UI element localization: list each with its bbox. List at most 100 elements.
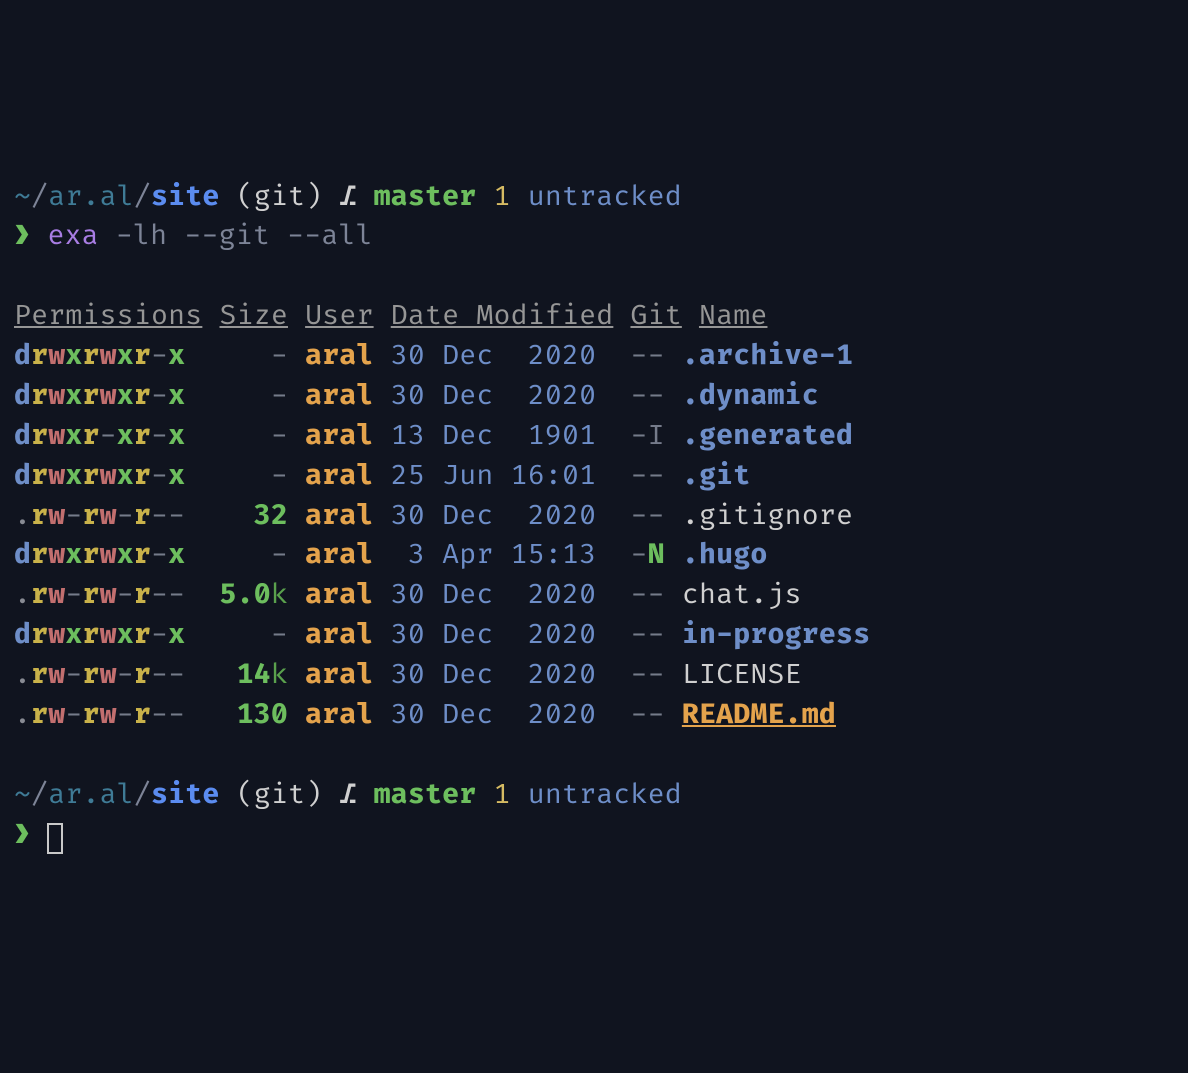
permissions-cell: .rw-rw-r-- <box>14 659 202 692</box>
prompt-chevron: ❯ <box>14 819 47 852</box>
table-row: .rw-rw-r-- 14k aral 30 Dec 2020 -- LICEN… <box>14 656 1174 696</box>
table-row: drwxrwxr-x - aral 25 Jun 16:01 -- .git <box>14 457 1174 497</box>
name-cell: chat.js <box>682 579 802 612</box>
branch-icon: ⎇ <box>322 779 373 812</box>
size-unit: k <box>271 659 288 692</box>
listing-header: Permissions Size User Date Modified Git … <box>14 297 1174 337</box>
vcs-label: git <box>254 181 305 214</box>
paren-open: ( <box>220 779 254 812</box>
branch-name: master <box>374 181 477 214</box>
user-cell: aral <box>305 699 374 732</box>
permissions-cell: drwxrwxr-x <box>14 460 202 493</box>
col-date: Date Modified <box>391 300 614 333</box>
command-flags: -lh --git --all <box>99 220 373 253</box>
permissions-cell: drwxrwxr-x <box>14 380 202 413</box>
prompt-chevron: ❯ <box>14 220 47 253</box>
date-cell: 13 Dec 1901 <box>391 420 596 453</box>
size-cell: - <box>271 619 288 652</box>
prompt-tilde: ~ <box>14 181 31 214</box>
untracked-count: 1 <box>476 779 527 812</box>
paren-close: ) <box>305 779 322 812</box>
git-status-cell: -- <box>630 340 664 373</box>
date-cell: 30 Dec 2020 <box>391 619 596 652</box>
name-cell: LICENSE <box>682 659 802 692</box>
date-cell: 30 Dec 2020 <box>391 659 596 692</box>
terminal-output[interactable]: ~/ar.al/site (git) ⎇ master 1 untracked❯… <box>14 178 1174 856</box>
size-cell: - <box>271 340 288 373</box>
git-status-cell: -- <box>630 380 664 413</box>
col-size: Size <box>219 300 288 333</box>
name-cell: in-progress <box>682 619 870 652</box>
git-status-cell: -- <box>630 579 664 612</box>
table-row: .rw-rw-r-- 32 aral 30 Dec 2020 -- .gitig… <box>14 497 1174 537</box>
table-row: drwxrwxr-x - aral 30 Dec 2020 -- .archiv… <box>14 337 1174 377</box>
path-mid: ar.al <box>48 181 134 214</box>
git-status-cell: -N <box>630 539 664 572</box>
user-cell: aral <box>305 420 374 453</box>
name-cell: README.md <box>682 699 836 732</box>
table-row: drwxrwxr-x - aral 30 Dec 2020 -- .dynami… <box>14 377 1174 417</box>
branch-name: master <box>374 779 477 812</box>
permissions-cell: drwxr-xr-x <box>14 420 202 453</box>
date-cell: 30 Dec 2020 <box>391 340 596 373</box>
size-unit: k <box>271 579 288 612</box>
permissions-cell: .rw-rw-r-- <box>14 579 202 612</box>
size-cell: 130 <box>237 699 288 732</box>
prompt-tilde: ~ <box>14 779 31 812</box>
permissions-cell: drwxrwxr-x <box>14 619 202 652</box>
name-cell: .git <box>682 460 751 493</box>
git-status-cell: -- <box>630 699 664 732</box>
date-cell: 30 Dec 2020 <box>391 380 596 413</box>
table-row: drwxr-xr-x - aral 13 Dec 1901 -I .genera… <box>14 417 1174 457</box>
date-cell: 25 Jun 16:01 <box>391 460 596 493</box>
col-git: Git <box>630 300 681 333</box>
user-cell: aral <box>305 340 374 373</box>
paren-close: ) <box>305 181 322 214</box>
user-cell: aral <box>305 619 374 652</box>
path-sep: / <box>31 779 48 812</box>
user-cell: aral <box>305 659 374 692</box>
size-cell: 5.0 <box>220 579 271 612</box>
col-user: User <box>305 300 374 333</box>
permissions-cell: .rw-rw-r-- <box>14 500 202 533</box>
git-status-cell: -- <box>630 460 664 493</box>
git-status-cell: -- <box>630 619 664 652</box>
size-cell: - <box>271 420 288 453</box>
command-line: ❯ exa -lh --git --all <box>14 217 1174 257</box>
permissions-cell: drwxrwxr-x <box>14 340 202 373</box>
path-sep: / <box>134 181 151 214</box>
date-cell: 30 Dec 2020 <box>391 699 596 732</box>
table-row: drwxrwxr-x - aral 30 Dec 2020 -- in-prog… <box>14 616 1174 656</box>
name-cell: .archive-1 <box>682 340 853 373</box>
path-sep: / <box>134 779 151 812</box>
current-dir: site <box>151 779 220 812</box>
col-permissions: Permissions <box>14 300 202 333</box>
table-row: .rw-rw-r-- 130 aral 30 Dec 2020 -- READM… <box>14 696 1174 736</box>
branch-icon: ⎇ <box>322 181 373 214</box>
untracked-label: untracked <box>528 181 682 214</box>
size-cell: 14 <box>237 659 271 692</box>
user-cell: aral <box>305 500 374 533</box>
git-status-cell: -- <box>630 500 664 533</box>
date-cell: 30 Dec 2020 <box>391 579 596 612</box>
prompt-line-1: ~/ar.al/site (git) ⎇ master 1 untracked <box>14 178 1174 218</box>
name-cell: .dynamic <box>682 380 819 413</box>
date-cell: 3 Apr 15:13 <box>391 539 596 572</box>
git-status-cell: -- <box>630 659 664 692</box>
permissions-cell: drwxrwxr-x <box>14 539 202 572</box>
name-cell: .generated <box>682 420 853 453</box>
size-cell: - <box>271 460 288 493</box>
user-cell: aral <box>305 579 374 612</box>
size-cell: - <box>271 380 288 413</box>
name-cell: .gitignore <box>682 500 853 533</box>
path-sep: / <box>31 181 48 214</box>
git-status-cell: -I <box>630 420 664 453</box>
paren-open: ( <box>220 181 254 214</box>
date-cell: 30 Dec 2020 <box>391 500 596 533</box>
table-row: .rw-rw-r-- 5.0k aral 30 Dec 2020 -- chat… <box>14 576 1174 616</box>
current-dir: site <box>151 181 220 214</box>
prompt-input-line[interactable]: ❯ <box>14 816 1174 856</box>
table-row: drwxrwxr-x - aral 3 Apr 15:13 -N .hugo <box>14 536 1174 576</box>
size-cell: - <box>271 539 288 572</box>
vcs-label: git <box>254 779 305 812</box>
